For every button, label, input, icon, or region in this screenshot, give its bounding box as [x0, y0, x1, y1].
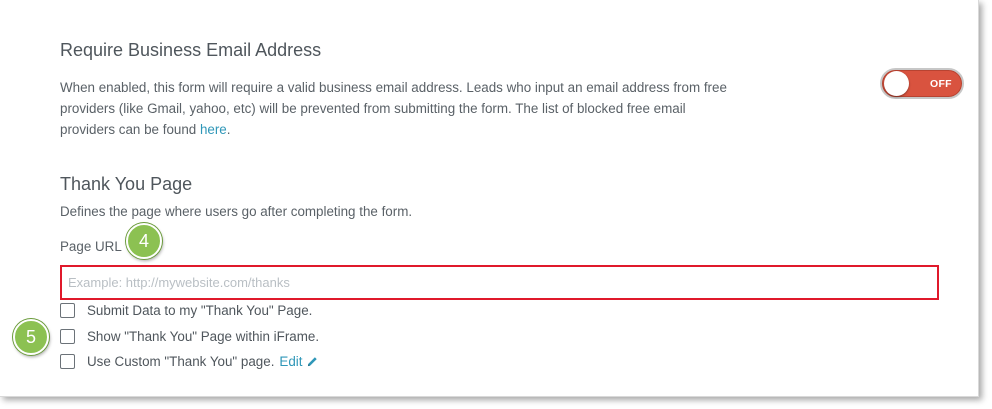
thank-you-title: Thank You Page	[60, 174, 193, 194]
toggle-state-label: OFF	[930, 78, 952, 90]
edit-custom-page-link[interactable]: Edit	[279, 354, 302, 369]
business-email-title: Require Business Email Address	[60, 40, 322, 60]
pencil-icon[interactable]	[307, 356, 318, 367]
business-email-description: When enabled, this form will require a v…	[60, 77, 740, 140]
business-email-description-text: When enabled, this form will require a v…	[60, 80, 727, 137]
page-url-input[interactable]	[60, 265, 939, 300]
blocked-providers-link[interactable]: here	[200, 122, 227, 137]
custom-page-label: Use Custom "Thank You" page.	[87, 353, 275, 369]
option-submit-data: Submit Data to my "Thank You" Page.	[60, 301, 312, 319]
iframe-label: Show "Thank You" Page within iFrame.	[87, 328, 320, 344]
thank-you-description: Defines the page where users go after co…	[60, 204, 413, 219]
settings-card: Require Business Email Address When enab…	[0, 0, 979, 397]
annotation-badge-4: 4	[126, 223, 162, 259]
submit-data-label: Submit Data to my "Thank You" Page.	[87, 302, 313, 318]
submit-data-checkbox[interactable]	[60, 302, 75, 318]
option-custom-page: Use Custom "Thank You" page. Edit	[60, 352, 318, 370]
toggle-knob	[884, 71, 909, 96]
option-iframe: Show "Thank You" Page within iFrame.	[60, 327, 319, 345]
business-email-description-end: .	[226, 122, 231, 137]
page-url-label: Page URL	[60, 239, 122, 254]
annotation-badge-5: 5	[13, 319, 49, 355]
business-email-toggle[interactable]: OFF	[880, 68, 964, 99]
iframe-checkbox[interactable]	[60, 328, 75, 344]
custom-page-checkbox[interactable]	[60, 353, 75, 369]
